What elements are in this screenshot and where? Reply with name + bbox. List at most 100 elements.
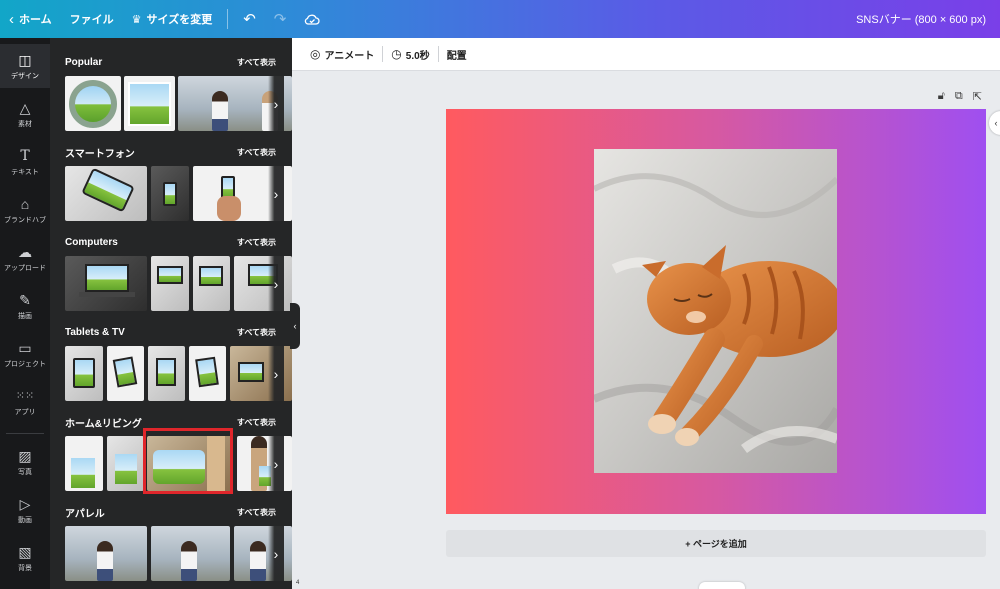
apps-grid-icon: ⁙⁙ <box>15 389 35 402</box>
rail-item-photos[interactable]: ▨ 写真 <box>0 440 50 484</box>
rail-label: アップロード <box>4 264 46 272</box>
add-page-icon[interactable]: ⇱ <box>973 90 982 103</box>
file-label: ファイル <box>69 14 114 26</box>
rail-item-apps[interactable]: ⁙⁙ アプリ <box>0 380 50 424</box>
document-title[interactable]: SNSバナー (800 × 600 px) <box>856 11 986 27</box>
page-indicator: 4 <box>296 580 300 586</box>
position-label: 配置 <box>446 50 467 62</box>
rail-item-elements[interactable]: △ 素材 <box>0 92 50 136</box>
see-all-link[interactable]: すべて表示 <box>237 507 276 518</box>
duration-button[interactable]: ◷ 5.0秒 <box>383 47 437 62</box>
rail-label: 素材 <box>18 120 32 128</box>
rail-item-text[interactable]: T テキスト <box>0 140 50 184</box>
see-all-link[interactable]: すべて表示 <box>237 417 276 428</box>
mockup-thumbnail[interactable] <box>65 166 147 221</box>
section-title: スマートフォン <box>65 148 135 160</box>
undo-button[interactable]: ↶ <box>234 0 265 38</box>
scroll-right-arrow[interactable]: › <box>268 76 284 131</box>
rail-label: 写真 <box>18 468 32 476</box>
section-title: ホーム&リビング <box>65 418 142 430</box>
draw-icon: ✎ <box>19 291 31 308</box>
see-all-link[interactable]: すべて表示 <box>237 327 276 338</box>
mockup-thumbnail[interactable] <box>65 526 147 581</box>
scroll-right-arrow[interactable]: › <box>268 256 284 311</box>
lock-icon[interactable]: 🔓︎ <box>938 90 945 103</box>
topbar-divider <box>227 9 229 29</box>
mockup-thumbnail[interactable] <box>189 346 226 401</box>
mockup-thumbnail[interactable] <box>65 436 103 491</box>
rail-label: 描画 <box>18 312 32 320</box>
rail-item-design[interactable]: ◫ デザイン <box>0 44 50 88</box>
mockup-thumbnail[interactable] <box>65 346 103 401</box>
background-icon: ▧ <box>18 543 32 560</box>
scroll-right-arrow[interactable]: › <box>268 166 284 221</box>
add-page-button[interactable]: + ページを追加 <box>446 530 986 557</box>
canvas-side-handle[interactable]: ‹ <box>989 111 1000 135</box>
cat-photo[interactable] <box>594 149 837 473</box>
rail-item-brand-hub[interactable]: ⌂ ブランドハブ <box>0 188 50 232</box>
editor-toolbar: ◎ アニメート ◷ 5.0秒 配置 <box>292 38 1000 71</box>
cat-image <box>594 149 837 473</box>
mockup-thumbnail-selected[interactable] <box>147 436 233 491</box>
mockup-thumbnail[interactable] <box>65 256 147 311</box>
scroll-right-arrow[interactable]: › <box>268 526 284 581</box>
mockup-thumbnail[interactable] <box>151 526 230 581</box>
mockup-thumbnail[interactable] <box>193 256 230 311</box>
animate-button[interactable]: ◎ アニメート <box>302 47 382 62</box>
duplicate-page-icon[interactable]: ⧉ <box>955 90 963 103</box>
scroll-right-arrow[interactable]: › <box>268 346 284 401</box>
crown-icon: ♛ <box>131 13 142 26</box>
animate-icon: ◎ <box>310 47 321 61</box>
position-button[interactable]: 配置 <box>439 47 475 62</box>
see-all-link[interactable]: すべて表示 <box>237 57 276 68</box>
mockups-panel: Popular すべて表示 › スマートフォン すべて表示 › Computer… <box>50 38 292 589</box>
section-title: Computers <box>65 236 118 248</box>
scroll-right-arrow[interactable]: › <box>268 436 284 491</box>
chevron-left-icon: ‹ <box>293 321 297 331</box>
mockup-thumbnail[interactable] <box>148 346 185 401</box>
design-canvas[interactable] <box>446 109 986 514</box>
text-icon: T <box>20 147 30 164</box>
mockup-thumbnail[interactable] <box>107 436 144 491</box>
rail-divider <box>6 433 44 434</box>
collapse-panel-button[interactable]: ‹ <box>290 303 300 349</box>
mockup-thumbnail[interactable] <box>124 76 175 131</box>
redo-icon: ↷ <box>273 11 287 28</box>
folder-icon: ▭ <box>18 339 32 356</box>
rail-item-videos[interactable]: ▷ 動画 <box>0 488 50 532</box>
mockup-thumbnail[interactable] <box>107 346 144 401</box>
rail-item-projects[interactable]: ▭ プロジェクト <box>0 332 50 376</box>
rail-label: デザイン <box>11 72 39 80</box>
top-bar: ‹ ホーム ファイル ♛ サイズを変更 ↶ ↷ SNSバナー (800 × 60… <box>0 0 1000 38</box>
redo-button[interactable]: ↷ <box>265 0 296 38</box>
home-label: ホーム <box>19 14 52 26</box>
rail-label: 背景 <box>18 564 32 572</box>
section-title: Popular <box>65 56 103 68</box>
mockup-thumbnail[interactable] <box>151 256 189 311</box>
page-actions: 🔓︎ ⧉ ⇱ <box>938 90 982 103</box>
page-scroll-handle[interactable] <box>699 582 745 589</box>
cloud-check-icon <box>305 14 320 25</box>
cloud-upload-icon: ☁ <box>18 243 32 260</box>
left-rail: ◫ デザイン △ 素材 T テキスト ⌂ ブランドハブ ☁ アップロード ✎ 描… <box>0 38 50 589</box>
rail-label: 動画 <box>18 516 32 524</box>
see-all-link[interactable]: すべて表示 <box>237 147 276 158</box>
rail-item-background[interactable]: ▧ 背景 <box>0 536 50 580</box>
file-menu[interactable]: ファイル <box>61 0 123 38</box>
resize-button[interactable]: ♛ サイズを変更 <box>123 0 222 38</box>
home-button[interactable]: ‹ ホーム <box>0 0 61 38</box>
rail-label: テキスト <box>11 168 39 176</box>
video-icon: ▷ <box>19 495 31 512</box>
rail-label: プロジェクト <box>4 360 46 368</box>
mockup-thumbnail[interactable] <box>151 166 189 221</box>
section-title: Tablets & TV <box>65 326 125 338</box>
save-status-button[interactable] <box>295 0 329 38</box>
mockup-thumbnail[interactable] <box>65 76 121 131</box>
see-all-link[interactable]: すべて表示 <box>237 237 276 248</box>
rail-item-draw[interactable]: ✎ 描画 <box>0 284 50 328</box>
brand-icon: ⌂ <box>20 195 30 212</box>
section-title: アパレル <box>65 508 105 520</box>
duration-label: 5.0秒 <box>405 50 430 62</box>
clock-icon: ◷ <box>391 47 402 61</box>
rail-item-upload[interactable]: ☁ アップロード <box>0 236 50 280</box>
